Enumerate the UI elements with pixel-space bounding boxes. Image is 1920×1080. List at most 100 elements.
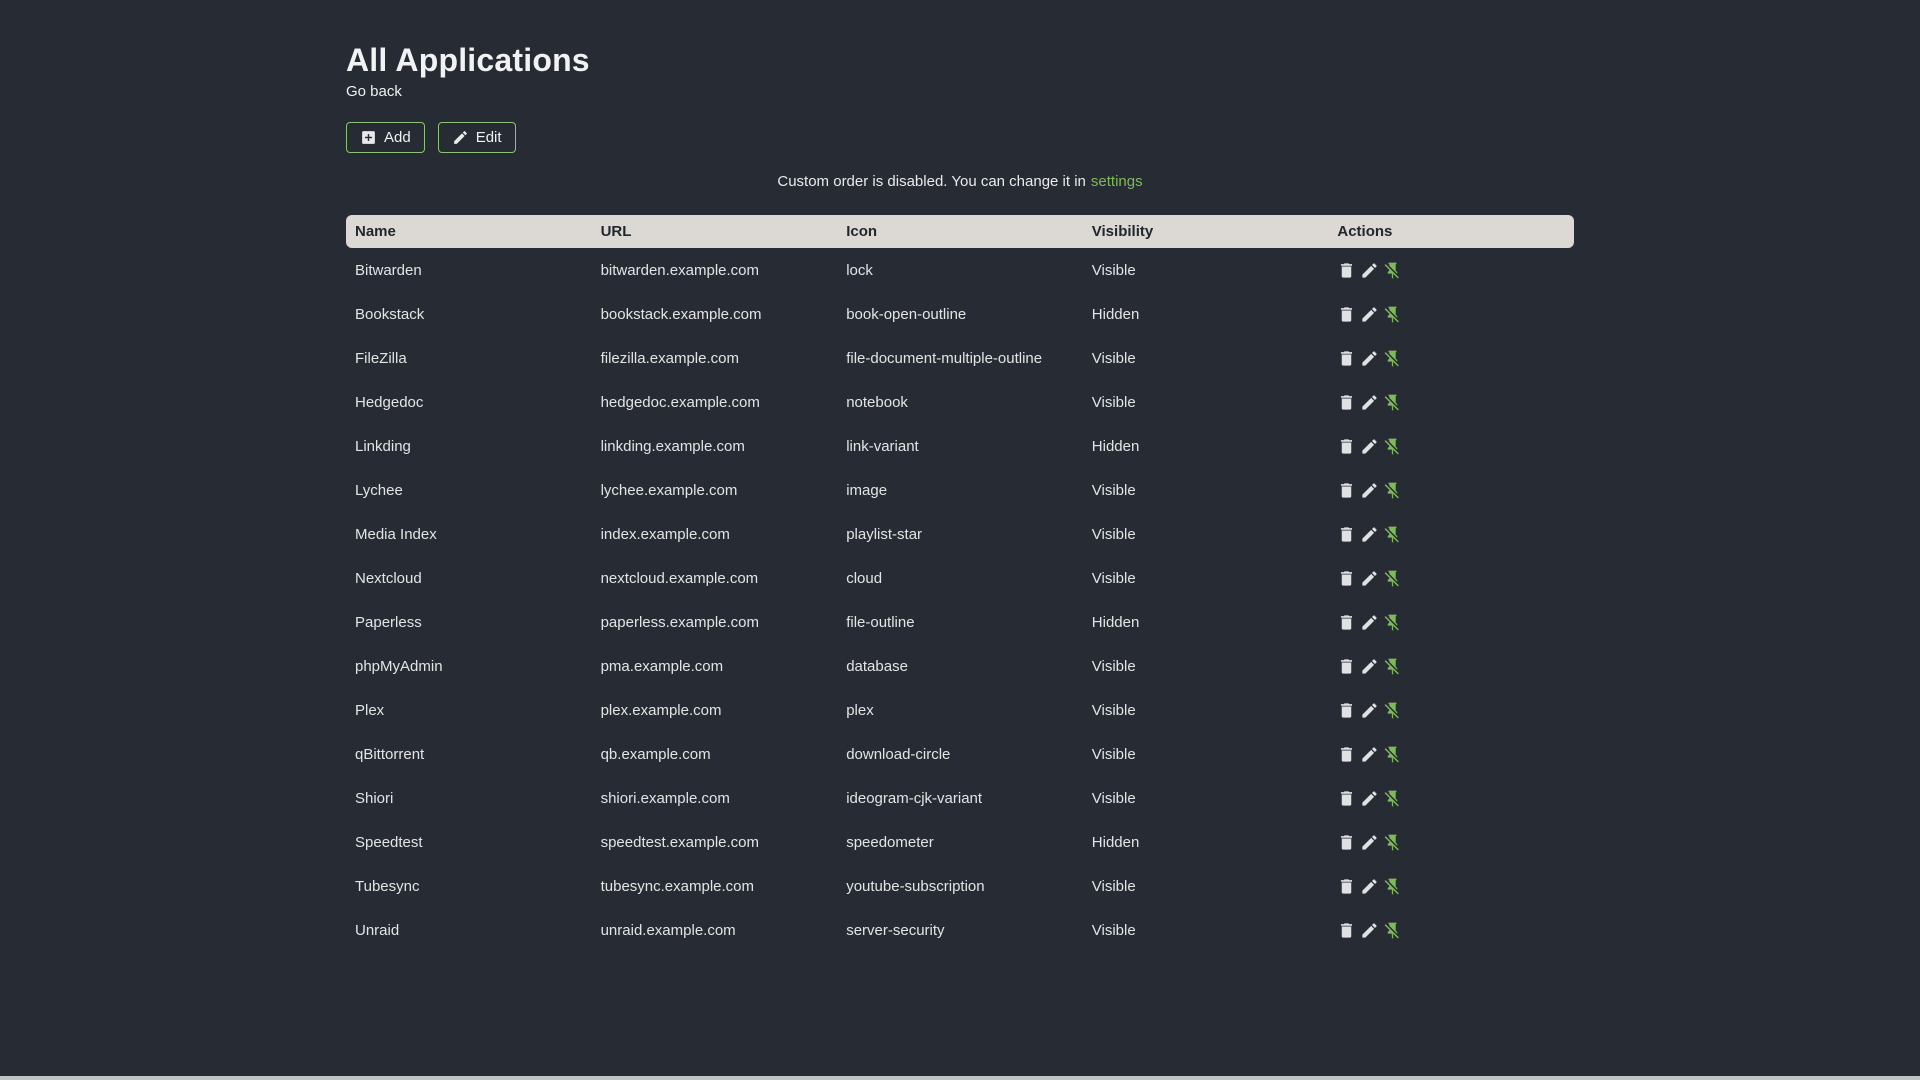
table-row: Shiori shiori.example.com ideogram-cjk-var… <box>346 776 1574 820</box>
cell-actions <box>1328 292 1574 336</box>
edit-icon[interactable] <box>1360 701 1379 720</box>
column-header-visibility: Visibility <box>1082 215 1329 248</box>
add-button[interactable]: Add <box>346 122 425 153</box>
delete-icon[interactable] <box>1337 833 1356 852</box>
delete-icon[interactable] <box>1337 481 1356 500</box>
cell-icon: link-variant <box>846 437 919 455</box>
column-header-icon: Icon <box>837 215 1083 248</box>
cell-visibility: Visible <box>1091 525 1136 543</box>
pin-off-icon[interactable] <box>1383 481 1402 500</box>
edit-button[interactable]: Edit <box>437 122 516 153</box>
cell-icon: cloud <box>846 569 883 587</box>
cell-visibility: Visible <box>1091 921 1136 939</box>
edit-icon[interactable] <box>1360 745 1379 764</box>
delete-icon[interactable] <box>1337 877 1356 896</box>
pin-off-icon[interactable] <box>1383 261 1402 280</box>
pin-off-icon[interactable] <box>1383 921 1402 940</box>
cell-url: nextcloud.example.com <box>600 569 759 587</box>
edit-icon[interactable] <box>1360 481 1379 500</box>
cell-actions <box>1328 688 1574 732</box>
delete-icon[interactable] <box>1337 525 1356 544</box>
pin-off-icon[interactable] <box>1383 701 1402 720</box>
delete-icon[interactable] <box>1337 745 1356 764</box>
cell-name: Bitwarden <box>355 261 422 279</box>
edit-icon[interactable] <box>1360 921 1379 940</box>
edit-icon[interactable] <box>1360 613 1379 632</box>
edit-icon[interactable] <box>1360 877 1379 896</box>
edit-icon[interactable] <box>1360 657 1379 676</box>
delete-icon[interactable] <box>1337 393 1356 412</box>
cell-url: plex.example.com <box>600 701 722 719</box>
cell-name: phpMyAdmin <box>355 657 443 675</box>
cell-visibility: Visible <box>1091 481 1136 499</box>
delete-icon[interactable] <box>1337 305 1356 324</box>
cell-icon: youtube-subscription <box>846 877 985 895</box>
delete-icon[interactable] <box>1337 261 1356 280</box>
cell-visibility: Hidden <box>1091 437 1140 455</box>
cell-name: Unraid <box>355 921 400 939</box>
table-row: Nextcloud nextcloud.example.com cloud Visib… <box>346 556 1574 600</box>
cell-name: Linkding <box>355 437 411 455</box>
edit-icon[interactable] <box>1360 437 1379 456</box>
cell-visibility: Hidden <box>1091 833 1140 851</box>
pin-off-icon[interactable] <box>1383 569 1402 588</box>
table-header: Name URL Icon Visibility Actions <box>346 215 1574 248</box>
pin-off-icon[interactable] <box>1383 437 1402 456</box>
cell-visibility: Visible <box>1091 569 1136 587</box>
pin-off-icon[interactable] <box>1383 877 1402 896</box>
horizontal-scrollbar[interactable] <box>0 1076 1920 1080</box>
table-row: qBittorrent qb.example.com download-circle… <box>346 732 1574 776</box>
table-row: Bookstack bookstack.example.com book-open-… <box>346 292 1574 336</box>
pin-off-icon[interactable] <box>1383 657 1402 676</box>
pin-off-icon[interactable] <box>1383 789 1402 808</box>
table-row: Speedtest speedtest.example.com speedomete… <box>346 820 1574 864</box>
cell-actions <box>1328 820 1574 864</box>
pin-off-icon[interactable] <box>1383 349 1402 368</box>
delete-icon[interactable] <box>1337 921 1356 940</box>
edit-icon[interactable] <box>1360 349 1379 368</box>
cell-actions <box>1328 248 1574 292</box>
table-row: Lychee lychee.example.com image Visible <box>346 468 1574 512</box>
delete-icon[interactable] <box>1337 789 1356 808</box>
edit-icon[interactable] <box>1360 525 1379 544</box>
edit-icon[interactable] <box>1360 833 1379 852</box>
pin-off-icon[interactable] <box>1383 613 1402 632</box>
delete-icon[interactable] <box>1337 569 1356 588</box>
edit-icon[interactable] <box>1360 569 1379 588</box>
cell-actions <box>1328 600 1574 644</box>
table-row: phpMyAdmin pma.example.com database Visible <box>346 644 1574 688</box>
delete-icon[interactable] <box>1337 701 1356 720</box>
edit-icon[interactable] <box>1360 261 1379 280</box>
add-button-label: Add <box>384 129 411 146</box>
pin-off-icon[interactable] <box>1383 393 1402 412</box>
delete-icon[interactable] <box>1337 613 1356 632</box>
pin-off-icon[interactable] <box>1383 305 1402 324</box>
cell-name: Media Index <box>355 525 437 543</box>
delete-icon[interactable] <box>1337 437 1356 456</box>
cell-actions <box>1328 556 1574 600</box>
cell-icon: speedometer <box>846 833 934 851</box>
edit-icon[interactable] <box>1360 305 1379 324</box>
pin-off-icon[interactable] <box>1383 525 1402 544</box>
cell-actions <box>1328 336 1574 380</box>
pin-off-icon[interactable] <box>1383 745 1402 764</box>
delete-icon[interactable] <box>1337 349 1356 368</box>
pin-off-icon[interactable] <box>1383 833 1402 852</box>
cell-icon: database <box>846 657 908 675</box>
edit-icon[interactable] <box>1360 393 1379 412</box>
cell-name: qBittorrent <box>355 745 425 763</box>
delete-icon[interactable] <box>1337 657 1356 676</box>
cell-visibility: Hidden <box>1091 613 1140 631</box>
table-row: FileZilla filezilla.example.com file-docum… <box>346 336 1574 380</box>
cell-url: filezilla.example.com <box>600 349 739 367</box>
cell-url: pma.example.com <box>600 657 724 675</box>
settings-link[interactable]: settings <box>1091 173 1143 190</box>
cell-actions <box>1328 468 1574 512</box>
cell-name: Lychee <box>355 481 403 499</box>
cell-url: speedtest.example.com <box>600 833 760 851</box>
cell-actions <box>1328 424 1574 468</box>
cell-icon: plex <box>846 701 874 719</box>
go-back-link[interactable]: Go back <box>346 83 402 101</box>
pencil-icon <box>452 129 469 146</box>
edit-icon[interactable] <box>1360 789 1379 808</box>
